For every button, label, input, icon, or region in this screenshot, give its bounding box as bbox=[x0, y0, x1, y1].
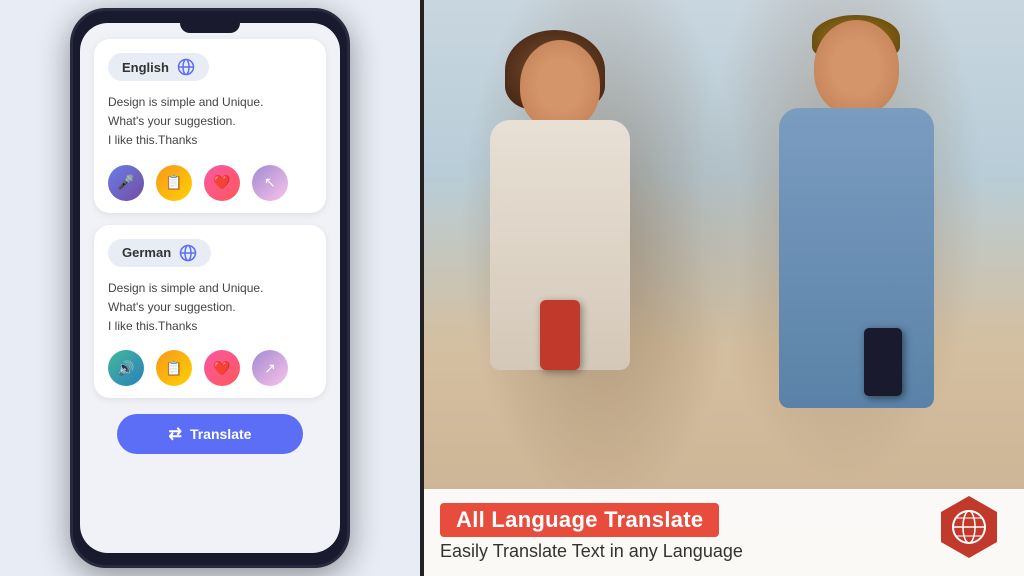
panel-divider bbox=[420, 0, 424, 576]
phone-screen: English Design is simple and Unique. Wha… bbox=[80, 23, 340, 553]
german-action-icons: 🔊 📋 ❤️ ↗ bbox=[108, 350, 312, 386]
banner-subtitle: Easily Translate Text in any Language bbox=[440, 541, 1004, 562]
hex-globe-icon bbox=[934, 492, 1004, 562]
language-selector-english[interactable]: English bbox=[108, 53, 209, 81]
english-card: English Design is simple and Unique. Wha… bbox=[94, 39, 326, 213]
english-action-icons: 🎤 📋 ❤️ ↗ bbox=[108, 165, 312, 201]
woman-body bbox=[490, 120, 630, 370]
phone-frame: English Design is simple and Unique. Wha… bbox=[70, 8, 350, 568]
copy-button-2[interactable]: 📋 bbox=[156, 350, 192, 386]
english-text: Design is simple and Unique. What's your… bbox=[108, 93, 312, 151]
favorite-button-2[interactable]: ❤️ bbox=[204, 350, 240, 386]
right-panel: All Language Translate Easily Translate … bbox=[420, 0, 1024, 576]
share-button[interactable]: ↗ bbox=[252, 165, 288, 201]
translate-button[interactable]: ⇄ Translate bbox=[117, 414, 303, 454]
phone-notch bbox=[180, 19, 240, 33]
volume-button[interactable]: 🔊 bbox=[108, 350, 144, 386]
woman-head bbox=[520, 40, 600, 130]
german-label: German bbox=[122, 245, 171, 260]
left-panel: English Design is simple and Unique. Wha… bbox=[0, 0, 420, 576]
english-label: English bbox=[122, 60, 169, 75]
german-card: German Design is simple and Unique. What… bbox=[94, 225, 326, 399]
german-text: Design is simple and Unique. What's your… bbox=[108, 279, 312, 337]
man-phone bbox=[864, 328, 902, 396]
translate-icon: ⇄ bbox=[169, 424, 182, 444]
man-figure bbox=[764, 20, 964, 520]
share-button-2[interactable]: ↗ bbox=[252, 350, 288, 386]
man-head bbox=[814, 20, 899, 115]
banner-title: All Language Translate bbox=[440, 503, 719, 537]
mic-button[interactable]: 🎤 bbox=[108, 165, 144, 201]
woman-figure bbox=[480, 40, 660, 500]
woman-phone bbox=[540, 300, 580, 370]
language-selector-german[interactable]: German bbox=[108, 239, 211, 267]
man-body bbox=[779, 108, 934, 408]
globe-icon-english bbox=[177, 58, 195, 76]
globe-icon-german bbox=[179, 244, 197, 262]
favorite-button[interactable]: ❤️ bbox=[204, 165, 240, 201]
translate-btn-label: Translate bbox=[190, 426, 251, 442]
hex-logo bbox=[934, 492, 1004, 562]
copy-button[interactable]: 📋 bbox=[156, 165, 192, 201]
